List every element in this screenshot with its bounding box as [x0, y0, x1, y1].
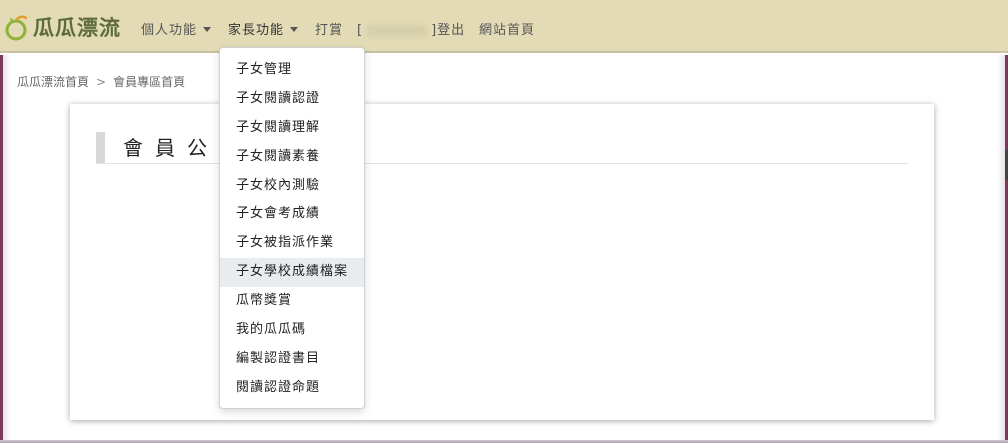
logout-label: 登出	[437, 23, 466, 38]
dropdown-item[interactable]: 子女管理	[220, 56, 364, 85]
chevron-down-icon	[290, 27, 299, 32]
nav-home-label: 網站首頁	[479, 23, 536, 38]
dropdown-item[interactable]: 子女閱讀素養	[220, 143, 364, 172]
page-shadow-left	[3, 55, 11, 440]
dropdown-item[interactable]: 我的瓜瓜碼	[220, 316, 364, 345]
brand-name: 瓜瓜漂流	[33, 16, 121, 40]
nav-reward-label: 打賞	[315, 23, 344, 38]
dropdown-item[interactable]: 子女會考成績	[220, 200, 364, 229]
announcement-card: 會員公	[70, 104, 934, 420]
parent-functions-dropdown: 子女管理 子女閱讀認證 子女閱讀理解 子女閱讀素養 子女校內測驗 子女會考成績 子女被指派作…	[219, 47, 365, 409]
nav-parent-menu[interactable]: 家長功能	[228, 19, 299, 38]
top-navbar: 瓜瓜漂流 個人功能 家長功能 打賞 []登出 網站首頁	[0, 0, 1008, 53]
nav-personal-label: 個人功能	[141, 23, 198, 38]
nav-user-logout[interactable]: []登出	[357, 19, 465, 38]
page-shadow-right	[997, 55, 1005, 440]
dropdown-item[interactable]: 子女學校成績檔案	[220, 258, 364, 288]
breadcrumb-separator: >	[96, 75, 107, 89]
nav-reward-link[interactable]: 打賞	[315, 19, 343, 38]
dropdown-item[interactable]: 子女閱讀認證	[220, 85, 364, 114]
user-bracket-open: [	[357, 23, 364, 38]
breadcrumb-home-link[interactable]: 瓜瓜漂流首頁	[17, 75, 89, 89]
dropdown-item[interactable]: 子女閱讀理解	[220, 114, 364, 143]
melon-logo-icon	[5, 15, 28, 41]
breadcrumb: 瓜瓜漂流首頁 > 會員專區首頁	[17, 73, 185, 90]
card-divider	[96, 163, 908, 164]
nav-home-link[interactable]: 網站首頁	[479, 19, 535, 38]
chevron-down-icon	[203, 27, 212, 32]
dropdown-item[interactable]: 閱讀認證命題	[220, 374, 364, 403]
breadcrumb-current[interactable]: 會員專區首頁	[113, 75, 185, 89]
dropdown-item[interactable]: 子女校內測驗	[220, 172, 364, 201]
page-frame-left	[0, 55, 3, 443]
card-title: 會員公	[96, 132, 219, 164]
dropdown-item[interactable]: 子女被指派作業	[220, 229, 364, 258]
nav-parent-label: 家長功能	[228, 23, 285, 38]
dropdown-item[interactable]: 瓜幣獎賞	[220, 287, 364, 316]
nav-personal-menu[interactable]: 個人功能	[141, 19, 212, 38]
dropdown-item[interactable]: 編製認證書目	[220, 345, 364, 374]
user-name-redacted	[367, 24, 428, 37]
brand-logo[interactable]: 瓜瓜漂流	[2, 12, 121, 42]
